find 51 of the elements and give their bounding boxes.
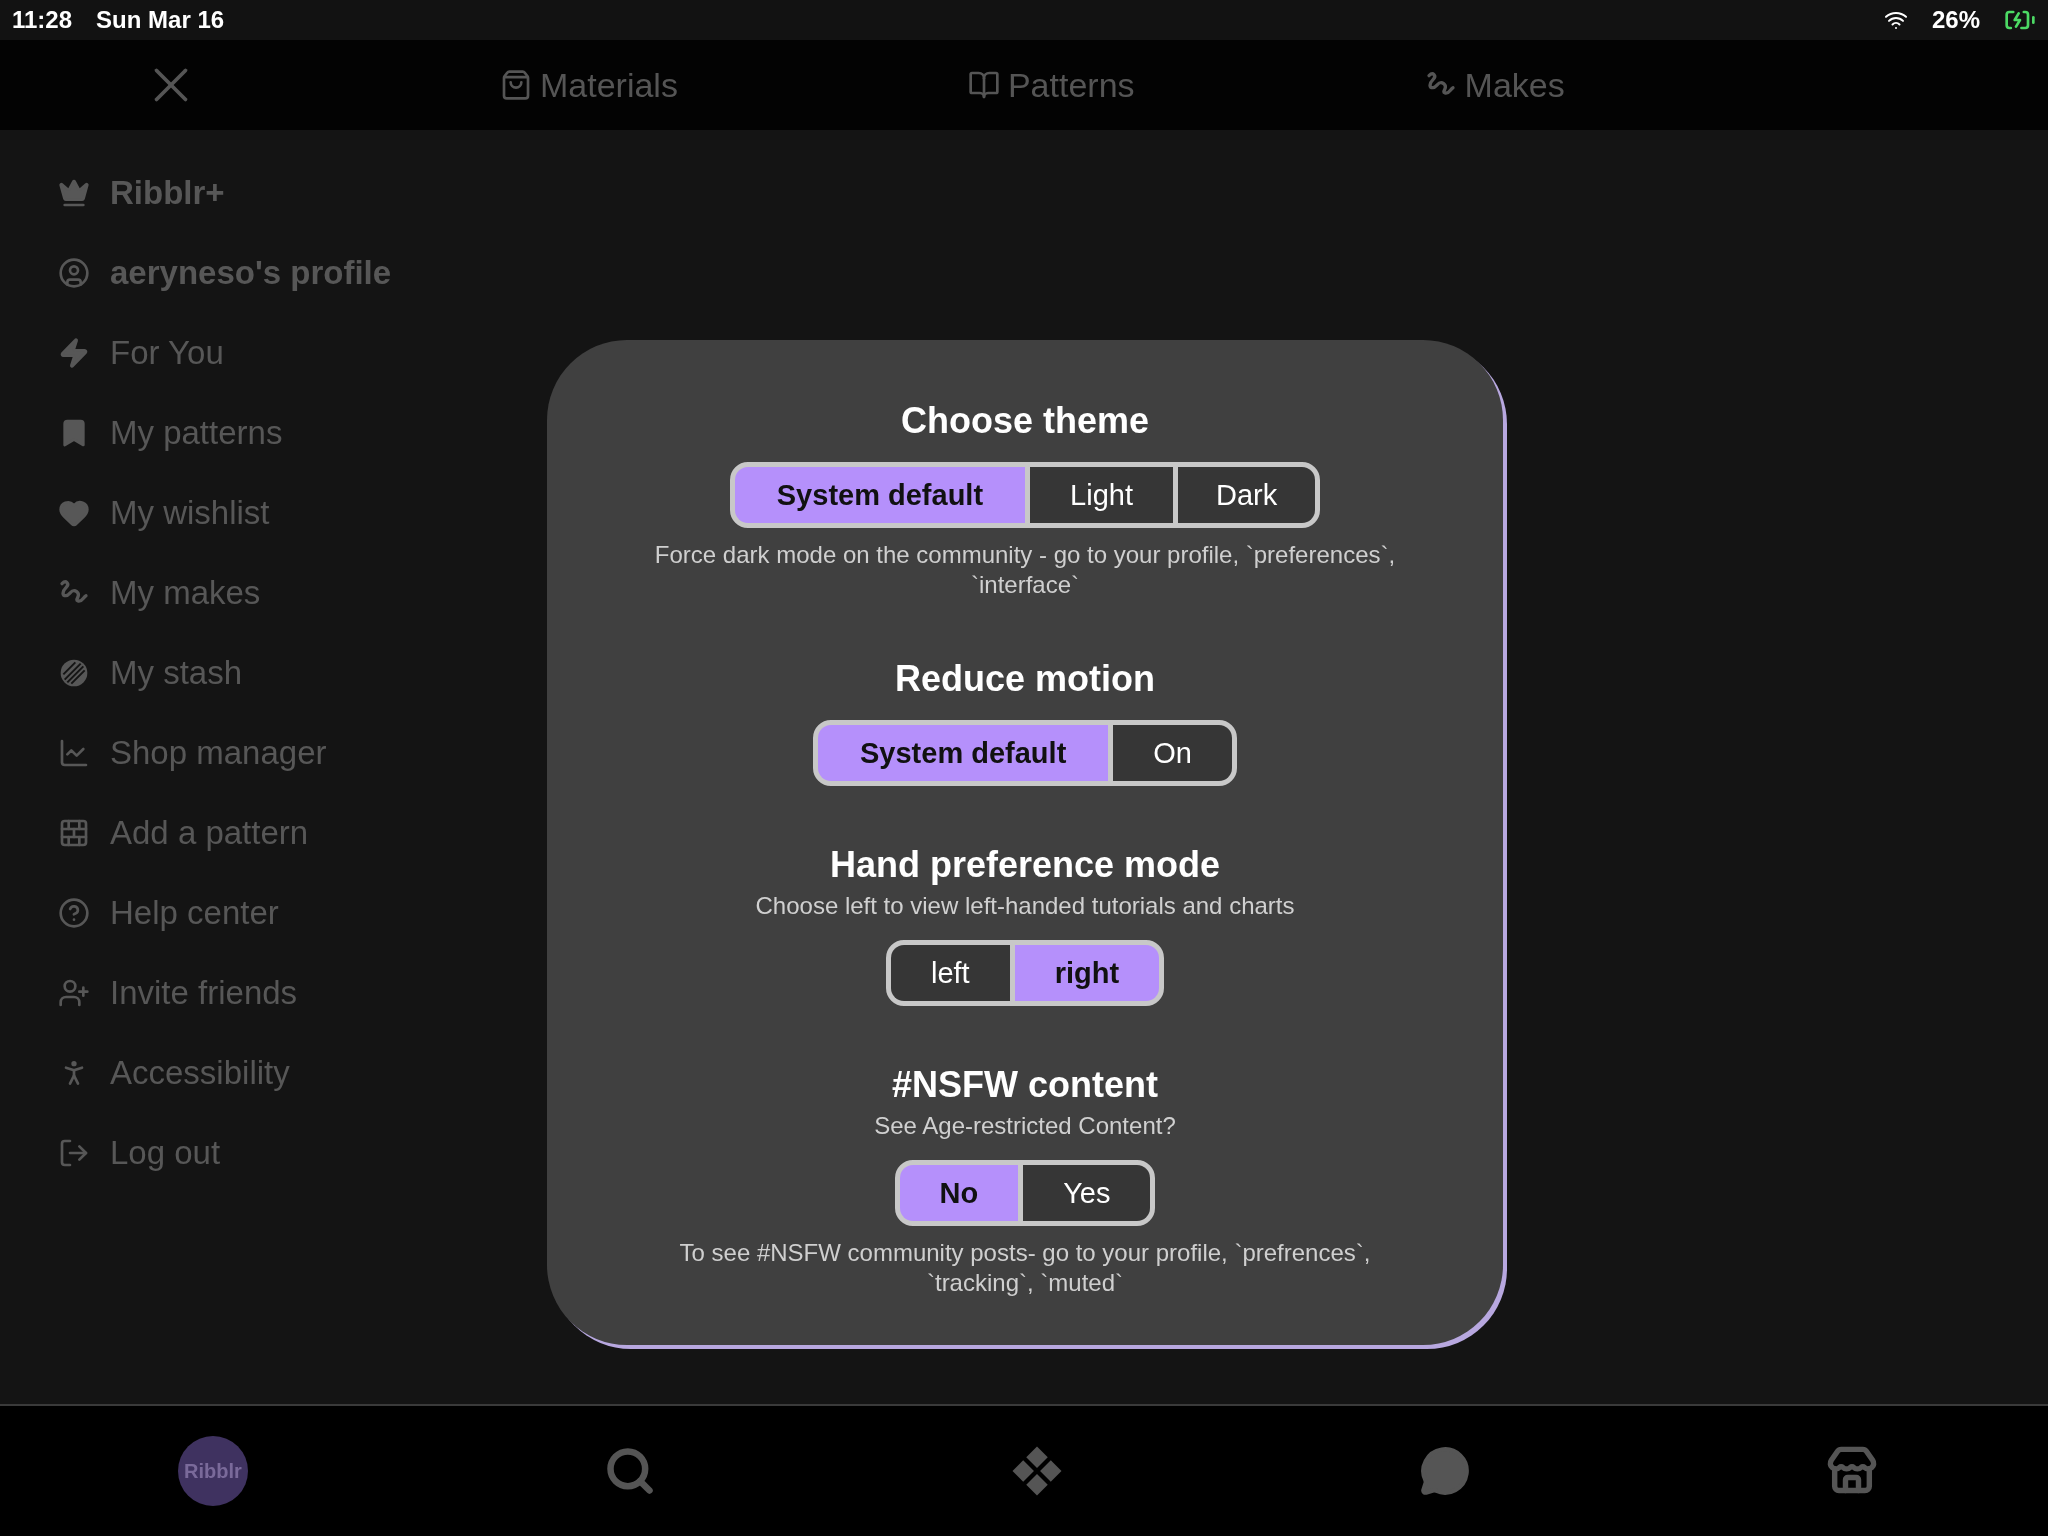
status-date: Sun Mar 16: [96, 6, 225, 34]
segment-option[interactable]: No: [899, 1165, 1019, 1221]
segment-option[interactable]: On: [1113, 725, 1232, 781]
battery-percent: 26%: [1931, 6, 1980, 34]
segment-option[interactable]: left: [890, 945, 1010, 1001]
nav-tab[interactable]: Makes: [1424, 65, 1565, 105]
sidebar-item[interactable]: Add a pattern: [58, 810, 309, 856]
sidebar-item[interactable]: Shop manager: [58, 730, 327, 776]
sidebar-item[interactable]: Invite friends: [58, 970, 298, 1016]
section-note: To see #NSFW community posts- go to your profile, `prefrences`, `tracking`, `muted`: [678, 1238, 1372, 1298]
sidebar-item[interactable]: My wishlist: [58, 490, 270, 536]
segment-option[interactable]: Dark: [1177, 467, 1316, 523]
sidebar-item[interactable]: My makes: [58, 570, 261, 616]
home-button[interactable]: [1011, 1445, 1063, 1497]
sidebar-item[interactable]: For You: [58, 330, 224, 376]
section-subtitle: See Age-restricted Content?: [874, 1112, 1176, 1140]
yarn-ball-icon: [58, 657, 90, 689]
help-icon: [58, 897, 90, 929]
chart-icon: [58, 737, 90, 769]
segment-option[interactable]: System default: [734, 467, 1026, 523]
segment-option[interactable]: Yes: [1023, 1165, 1151, 1221]
segment-option[interactable]: Light: [1030, 467, 1173, 523]
sidebar-item[interactable]: Help center: [58, 890, 279, 936]
diamond-grid-icon: [1011, 1445, 1063, 1497]
section-title: #NSFW content: [892, 1064, 1158, 1106]
sidebar-item[interactable]: Ribblr+: [58, 170, 225, 216]
section-title: Choose theme: [900, 400, 1149, 442]
lightning-icon: [58, 337, 90, 369]
user-icon: [58, 257, 90, 289]
avatar-button[interactable]: Ribblr: [178, 1436, 248, 1506]
sidebar-item[interactable]: aeryneso's profile: [58, 250, 392, 296]
section-subtitle: Choose left to view left-handed tutorials and charts: [755, 892, 1295, 920]
nav-tab[interactable]: Materials: [500, 65, 678, 105]
logout-icon: [58, 1137, 90, 1169]
status-time: 11:28: [12, 6, 73, 34]
sidebar-item[interactable]: My patterns: [58, 410, 283, 456]
section-title: Hand preference mode: [829, 844, 1221, 886]
sidebar-item[interactable]: Accessibility: [58, 1050, 290, 1096]
section-note: Force dark mode on the community - go to your profile, `preferences`, `interface`: [653, 540, 1397, 600]
book-icon: [967, 69, 1000, 101]
segment-option[interactable]: System default: [818, 725, 1109, 781]
sidebar-item[interactable]: Log out: [58, 1130, 221, 1176]
sidebar-item[interactable]: My stash: [58, 650, 243, 696]
segment-option[interactable]: right: [1014, 945, 1160, 1001]
brick-wall-icon: [58, 817, 90, 849]
chat-button[interactable]: [1418, 1445, 1471, 1497]
bag-icon: [500, 69, 532, 101]
add-user-icon: [58, 977, 90, 1009]
crown-icon: [58, 177, 90, 209]
section-title: Reduce motion: [895, 658, 1155, 700]
nav-tab[interactable]: Patterns: [967, 65, 1135, 105]
